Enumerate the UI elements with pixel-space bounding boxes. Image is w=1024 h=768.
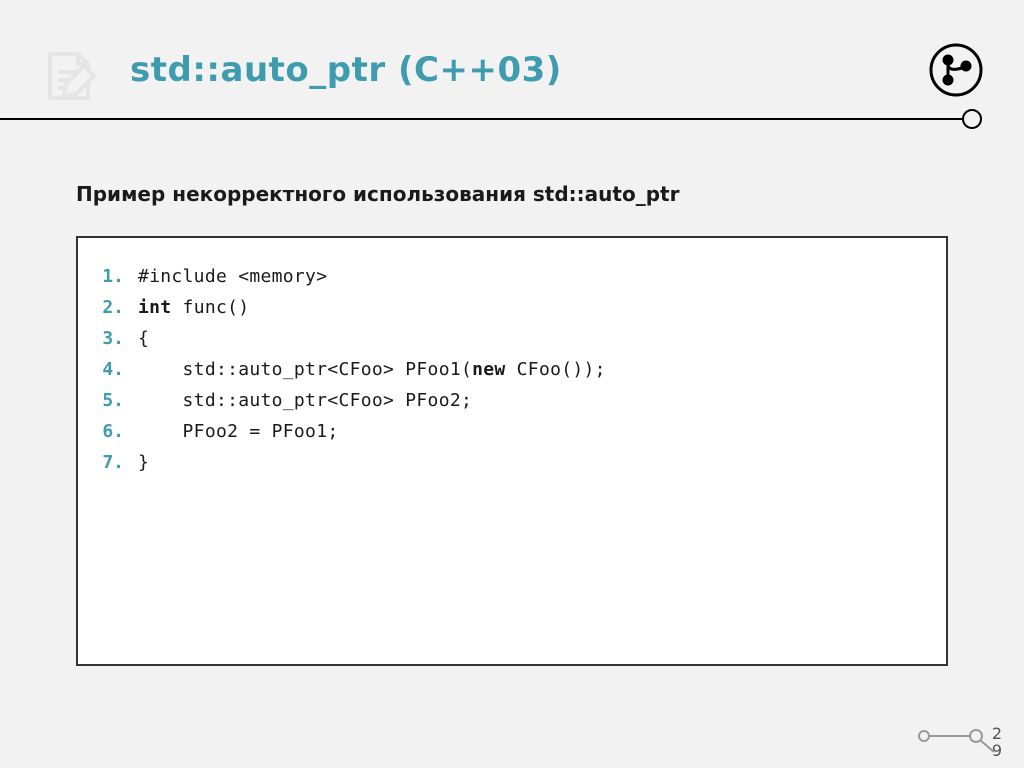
code-line: 6. PFoo2 = PFoo1; <box>98 417 926 448</box>
code-example-box: 1. #include <memory> 2. int func() 3. { … <box>76 236 948 666</box>
code-text: std::auto_ptr<CFoo> PFoo2; <box>138 386 472 417</box>
slide-title: std::auto_ptr (C++03) <box>130 50 984 90</box>
line-number: 5. <box>98 386 138 417</box>
divider-line <box>0 118 970 120</box>
code-line: 4. std::auto_ptr<CFoo> PFoo1(new CFoo())… <box>98 355 926 386</box>
divider-dot-icon <box>962 109 982 129</box>
code-text: } <box>138 448 149 479</box>
line-number: 2. <box>98 293 138 324</box>
code-line: 1. #include <memory> <box>98 262 926 293</box>
code-text: int func() <box>138 293 249 324</box>
git-branch-icon <box>928 42 984 98</box>
code-line: 5. std::auto_ptr<CFoo> PFoo2; <box>98 386 926 417</box>
footer-branch-icon <box>910 716 1000 756</box>
line-number: 6. <box>98 417 138 448</box>
code-text: std::auto_ptr<CFoo> PFoo1(new CFoo()); <box>138 355 606 386</box>
code-text: { <box>138 324 149 355</box>
code-line: 7. } <box>98 448 926 479</box>
slide-subtitle: Пример некорректного использования std::… <box>76 182 948 206</box>
code-text: #include <memory> <box>138 262 327 293</box>
code-line: 3. { <box>98 324 926 355</box>
document-edit-icon <box>40 48 100 108</box>
code-text: PFoo2 = PFoo1; <box>138 417 338 448</box>
code-line: 2. int func() <box>98 293 926 324</box>
page-number: 2 9 <box>990 726 1004 760</box>
line-number: 3. <box>98 324 138 355</box>
line-number: 1. <box>98 262 138 293</box>
page-number-digit: 9 <box>990 743 1004 760</box>
slide-header: std::auto_ptr (C++03) <box>0 0 1024 90</box>
line-number: 7. <box>98 448 138 479</box>
line-number: 4. <box>98 355 138 386</box>
